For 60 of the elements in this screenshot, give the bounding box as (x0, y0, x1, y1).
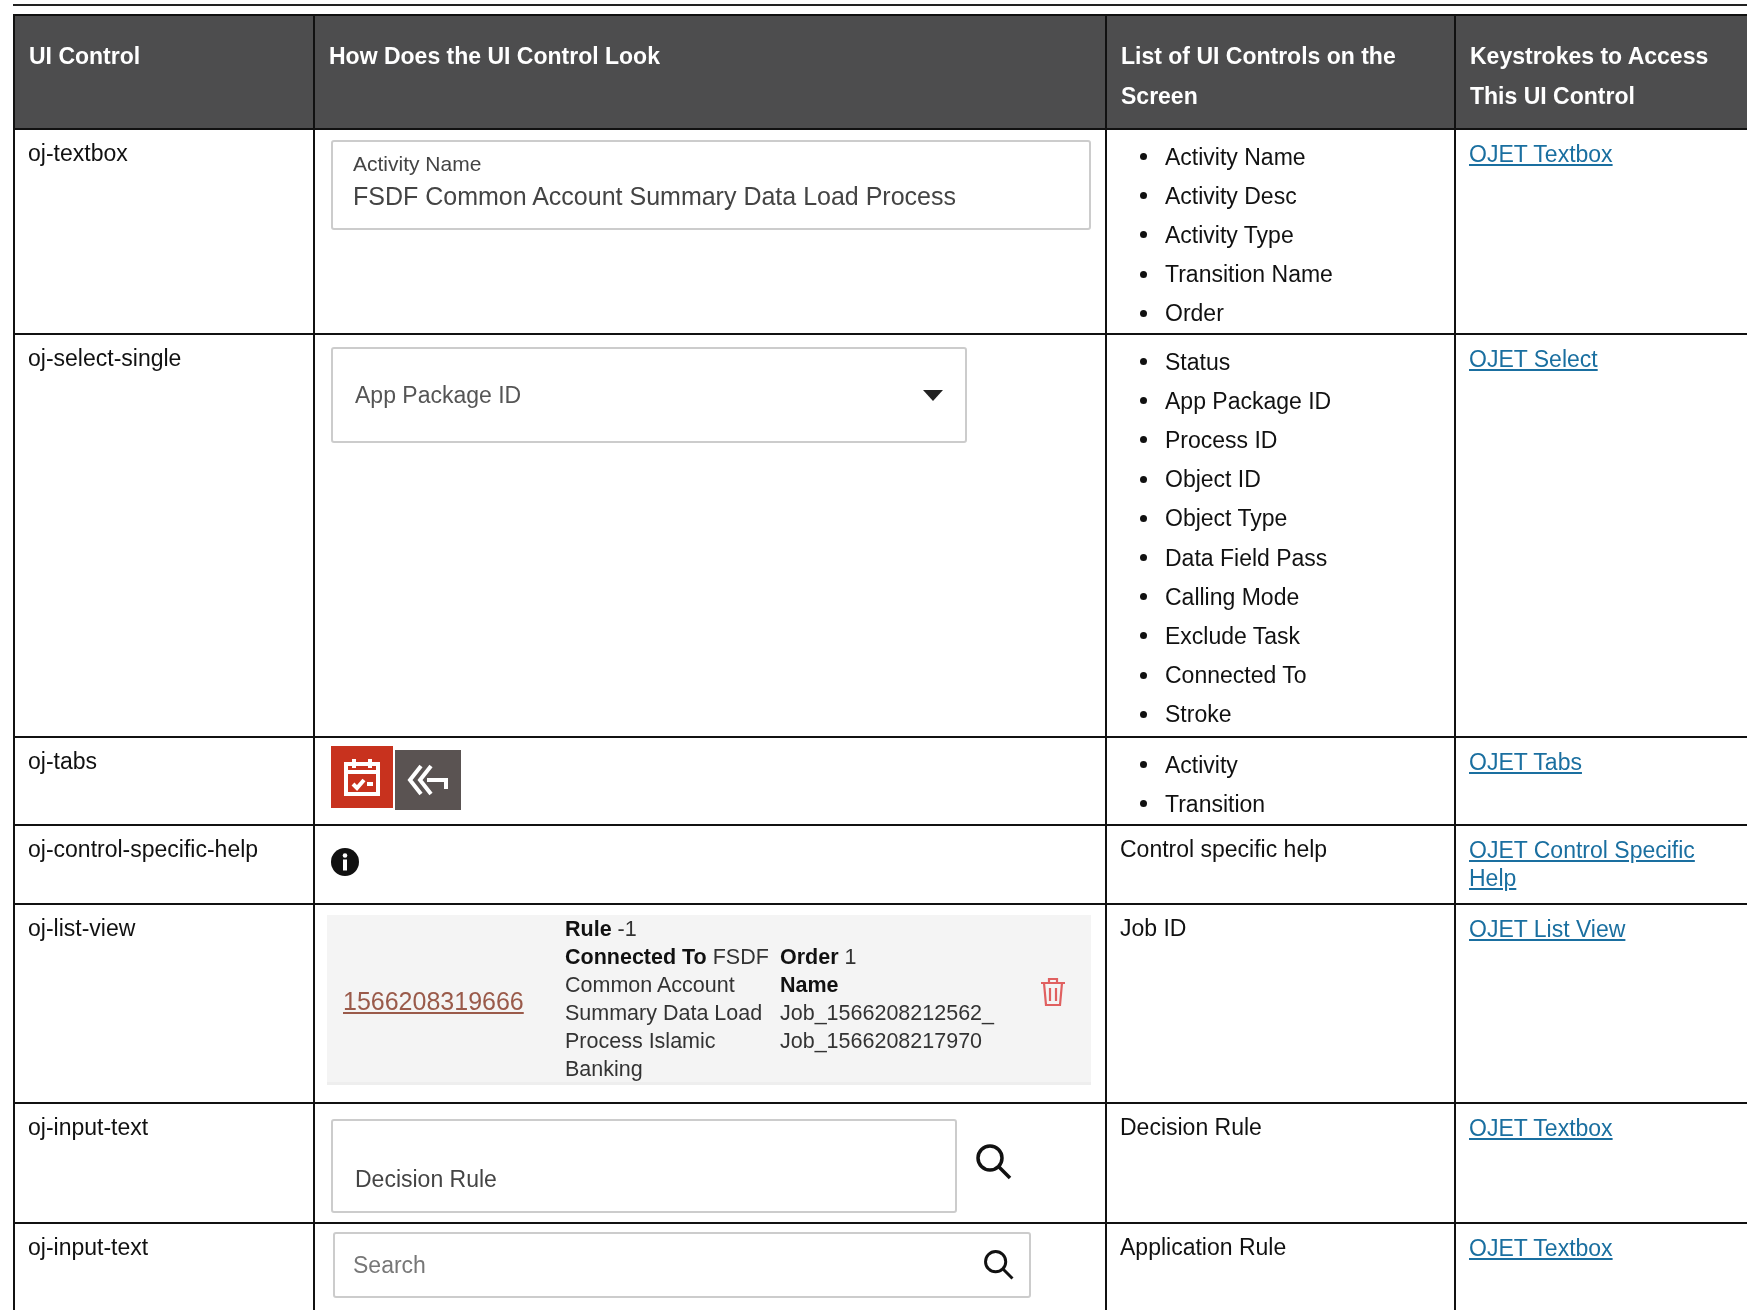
control-name: oj-tabs (28, 748, 98, 774)
control-description: Application Rule (1120, 1234, 1287, 1260)
control-description: Control specific help (1120, 836, 1328, 862)
list-item: Activity Type (1140, 215, 1294, 255)
control-name: oj-input-text (28, 1114, 149, 1140)
doc-link[interactable]: OJET Textbox (1469, 1234, 1613, 1262)
control-name: oj-list-view (28, 915, 136, 941)
list-item: Connected To (1140, 655, 1307, 695)
list-item: Activity Name (1140, 137, 1306, 177)
column-header: How Does the UI Control Look (329, 42, 660, 71)
doc-link[interactable]: OJET Textbox (1469, 140, 1613, 168)
list-item: Transition Name (1140, 254, 1333, 294)
list-item: Transition (1140, 784, 1266, 824)
list-item: Object Type (1140, 498, 1288, 538)
info-icon[interactable] (331, 848, 359, 876)
order-detail: Job_1566208217970 (780, 1028, 984, 1055)
column-header: Keystrokes to Access This UI Control (1470, 42, 1710, 111)
list-view-item[interactable]: 1566208319666 Rule -1 Connected To FSDF Common Account Summary Data Load Process Islamic Banking Order 1 Name Job_1566208212562_ Job_1566208217970 (327, 915, 1091, 1085)
double-back-arrow-icon (407, 763, 449, 797)
rule-detail: Rule -1 (565, 916, 638, 943)
tab[interactable] (395, 750, 461, 810)
doc-link[interactable]: OJET Select (1469, 345, 1598, 373)
list-item: Calling Mode (1140, 577, 1300, 617)
control-name: oj-control-specific-help (28, 836, 259, 862)
search-icon[interactable] (983, 1249, 1015, 1281)
column-header: List of UI Controls on the Screen (1121, 42, 1397, 111)
job-id-link[interactable]: 1566208319666 (343, 987, 565, 1016)
text-field[interactable]: Activity Name FSDF Common Account Summary Data Load Process (331, 140, 1091, 230)
caret-icon (923, 389, 943, 401)
trash-icon[interactable] (1040, 977, 1066, 1007)
control-name: oj-textbox (28, 140, 128, 166)
list-item: Activity (1140, 745, 1238, 785)
list-item: App Package ID (1140, 381, 1332, 421)
search-icon[interactable] (975, 1143, 1013, 1181)
list-item: Order (1140, 293, 1224, 333)
control-name: oj-input-text (28, 1234, 149, 1260)
calendar-icon (343, 757, 381, 797)
control-description: Job ID (1120, 915, 1187, 941)
list-item: Data Field Pass (1140, 537, 1328, 578)
list-item: Process ID (1140, 420, 1278, 460)
doc-link[interactable]: OJET Control Specific Help (1469, 836, 1709, 892)
order-detail: Name (780, 972, 840, 999)
list-item: Activity Desc (1140, 176, 1297, 216)
order-detail: Job_1566208212562_ (780, 1000, 996, 1027)
list-item: Exclude Task (1140, 616, 1301, 656)
input-field[interactable]: Decision Rule (331, 1119, 957, 1213)
doc-link[interactable]: OJET Tabs (1469, 748, 1582, 776)
tab[interactable] (331, 746, 393, 808)
list-item: Object ID (1140, 459, 1261, 499)
column-header: UI Control (29, 42, 141, 71)
control-name: oj-select-single (28, 345, 182, 371)
list-item: Status (1140, 342, 1231, 382)
doc-link[interactable]: OJET List View (1469, 915, 1626, 943)
control-description: Decision Rule (1120, 1114, 1262, 1140)
order-detail: Order 1 (780, 944, 858, 971)
select-field[interactable]: App Package ID (331, 347, 967, 443)
doc-link[interactable]: OJET Textbox (1469, 1114, 1613, 1142)
list-item: Stroke (1140, 694, 1232, 734)
rule-detail: Connected To FSDF Common Account Summary Data Load Process Islamic Banking (565, 944, 770, 1083)
search-field[interactable]: Search (333, 1232, 1031, 1298)
